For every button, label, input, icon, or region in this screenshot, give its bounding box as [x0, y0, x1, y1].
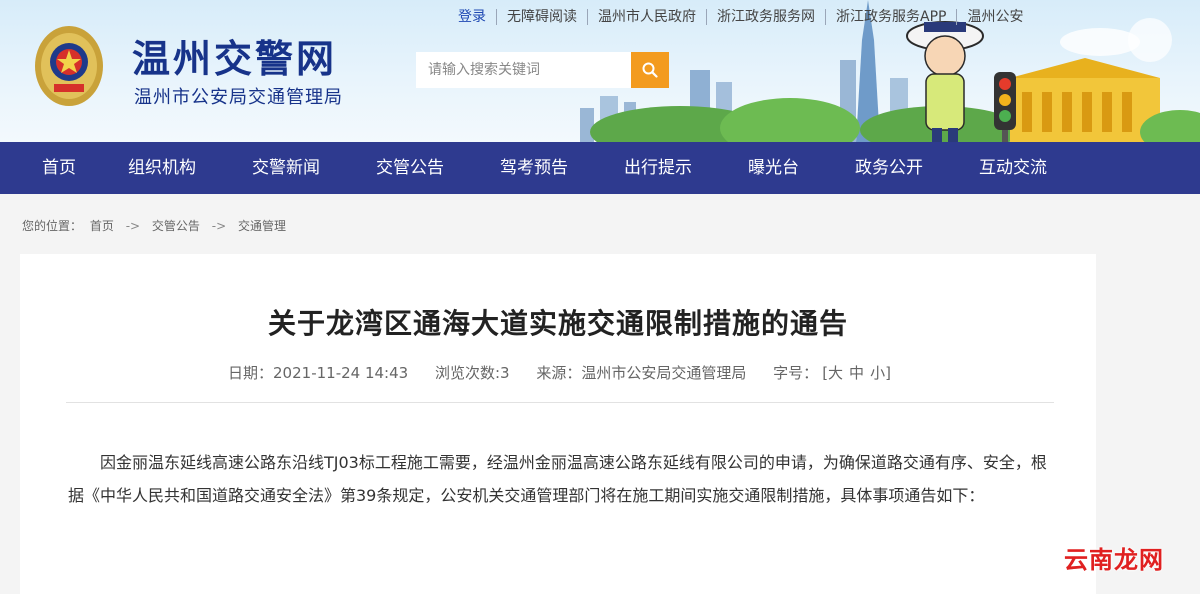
- main-nav: 首页 组织机构 交警新闻 交管公告 驾考预告 出行提示 曝光台 政务公开 互动交…: [0, 142, 1200, 194]
- font-size-medium-button[interactable]: 中: [849, 364, 864, 382]
- nav-item-travel-tips[interactable]: 出行提示: [606, 142, 710, 194]
- date-field: 日期：2021-11-24 14:43: [228, 364, 408, 382]
- top-links-bar: 登录 无障碍阅读 温州市人民政府 浙江政务服务网 浙江政务服务APP 温州公安: [448, 9, 1033, 25]
- views-field: 浏览次数:3: [435, 364, 510, 382]
- article-body: 因金丽温东延线高速公路东沿线TJ03标工程施工需要，经温州金丽温高速公路东延线有…: [68, 446, 1058, 512]
- date-label: 日期：: [228, 364, 274, 382]
- nav-item-public-affairs[interactable]: 政务公开: [837, 142, 941, 194]
- wenzhou-government-link[interactable]: 温州市人民政府: [587, 9, 706, 25]
- nav-item-interaction[interactable]: 互动交流: [961, 142, 1065, 194]
- article-meta: 日期：2021-11-24 14:43 浏览次数:3 来源：温州市公安局交通管理…: [228, 362, 913, 383]
- nav-item-exposure[interactable]: 曝光台: [730, 142, 817, 194]
- nav-item-announcements[interactable]: 交管公告: [358, 142, 462, 194]
- font-size-label: 字号：: [773, 364, 819, 382]
- article-paragraph: 因金丽温东延线高速公路东沿线TJ03标工程施工需要，经温州金丽温高速公路东延线有…: [68, 453, 1047, 505]
- font-size-field: 字号： [大中小]: [773, 364, 891, 382]
- search-icon: [642, 62, 658, 78]
- zhejiang-service-link[interactable]: 浙江政务服务网: [706, 9, 825, 25]
- date-value: 2021-11-24 14:43: [273, 364, 409, 382]
- accessibility-link[interactable]: 无障碍阅读: [496, 9, 587, 25]
- breadcrumb-home[interactable]: 首页: [90, 219, 114, 233]
- source-field: 来源：温州市公安局交通管理局: [536, 364, 746, 382]
- breadcrumb-separator: ->: [125, 219, 141, 233]
- article-title: 关于龙湾区通海大道实施交通限制措施的通告: [267, 307, 848, 340]
- views-label: 浏览次数:: [434, 364, 501, 382]
- site-title: 温州交警网: [132, 37, 338, 81]
- views-value: 3: [500, 364, 510, 382]
- divider: [66, 402, 1054, 403]
- nav-item-news[interactable]: 交警新闻: [234, 142, 338, 194]
- breadcrumb-separator: ->: [211, 219, 227, 233]
- source-label: 来源：: [536, 364, 582, 382]
- site-subtitle: 温州市公安局交通管理局: [134, 87, 343, 108]
- font-size-small-button[interactable]: 小]: [870, 364, 891, 382]
- zhejiang-service-app-link[interactable]: 浙江政务服务APP: [825, 9, 956, 25]
- police-emblem-icon: [35, 26, 103, 106]
- search-input[interactable]: [416, 52, 631, 88]
- breadcrumb-traffic-management[interactable]: 交通管理: [238, 219, 286, 233]
- nav-item-organization[interactable]: 组织机构: [110, 142, 214, 194]
- breadcrumb-prefix: 您的位置：: [22, 219, 83, 233]
- nav-item-home[interactable]: 首页: [0, 142, 94, 194]
- search-box: [416, 52, 669, 88]
- login-link[interactable]: 登录: [448, 9, 496, 25]
- source-value: 温州市公安局交通管理局: [581, 364, 747, 382]
- nav-item-exam-notice[interactable]: 驾考预告: [482, 142, 586, 194]
- wenzhou-police-link[interactable]: 温州公安: [956, 9, 1033, 25]
- breadcrumb: 您的位置： 首页 -> 交管公告 -> 交通管理: [22, 217, 286, 234]
- site-watermark: 云南龙网: [1064, 546, 1164, 574]
- font-size-large-button[interactable]: [大: [822, 364, 843, 382]
- breadcrumb-announcements[interactable]: 交管公告: [152, 219, 200, 233]
- site-header: 温州交警网 温州市公安局交通管理局 登录 无障碍阅读 温州市人民政府 浙江政务服…: [0, 0, 1200, 142]
- search-button[interactable]: [631, 52, 669, 88]
